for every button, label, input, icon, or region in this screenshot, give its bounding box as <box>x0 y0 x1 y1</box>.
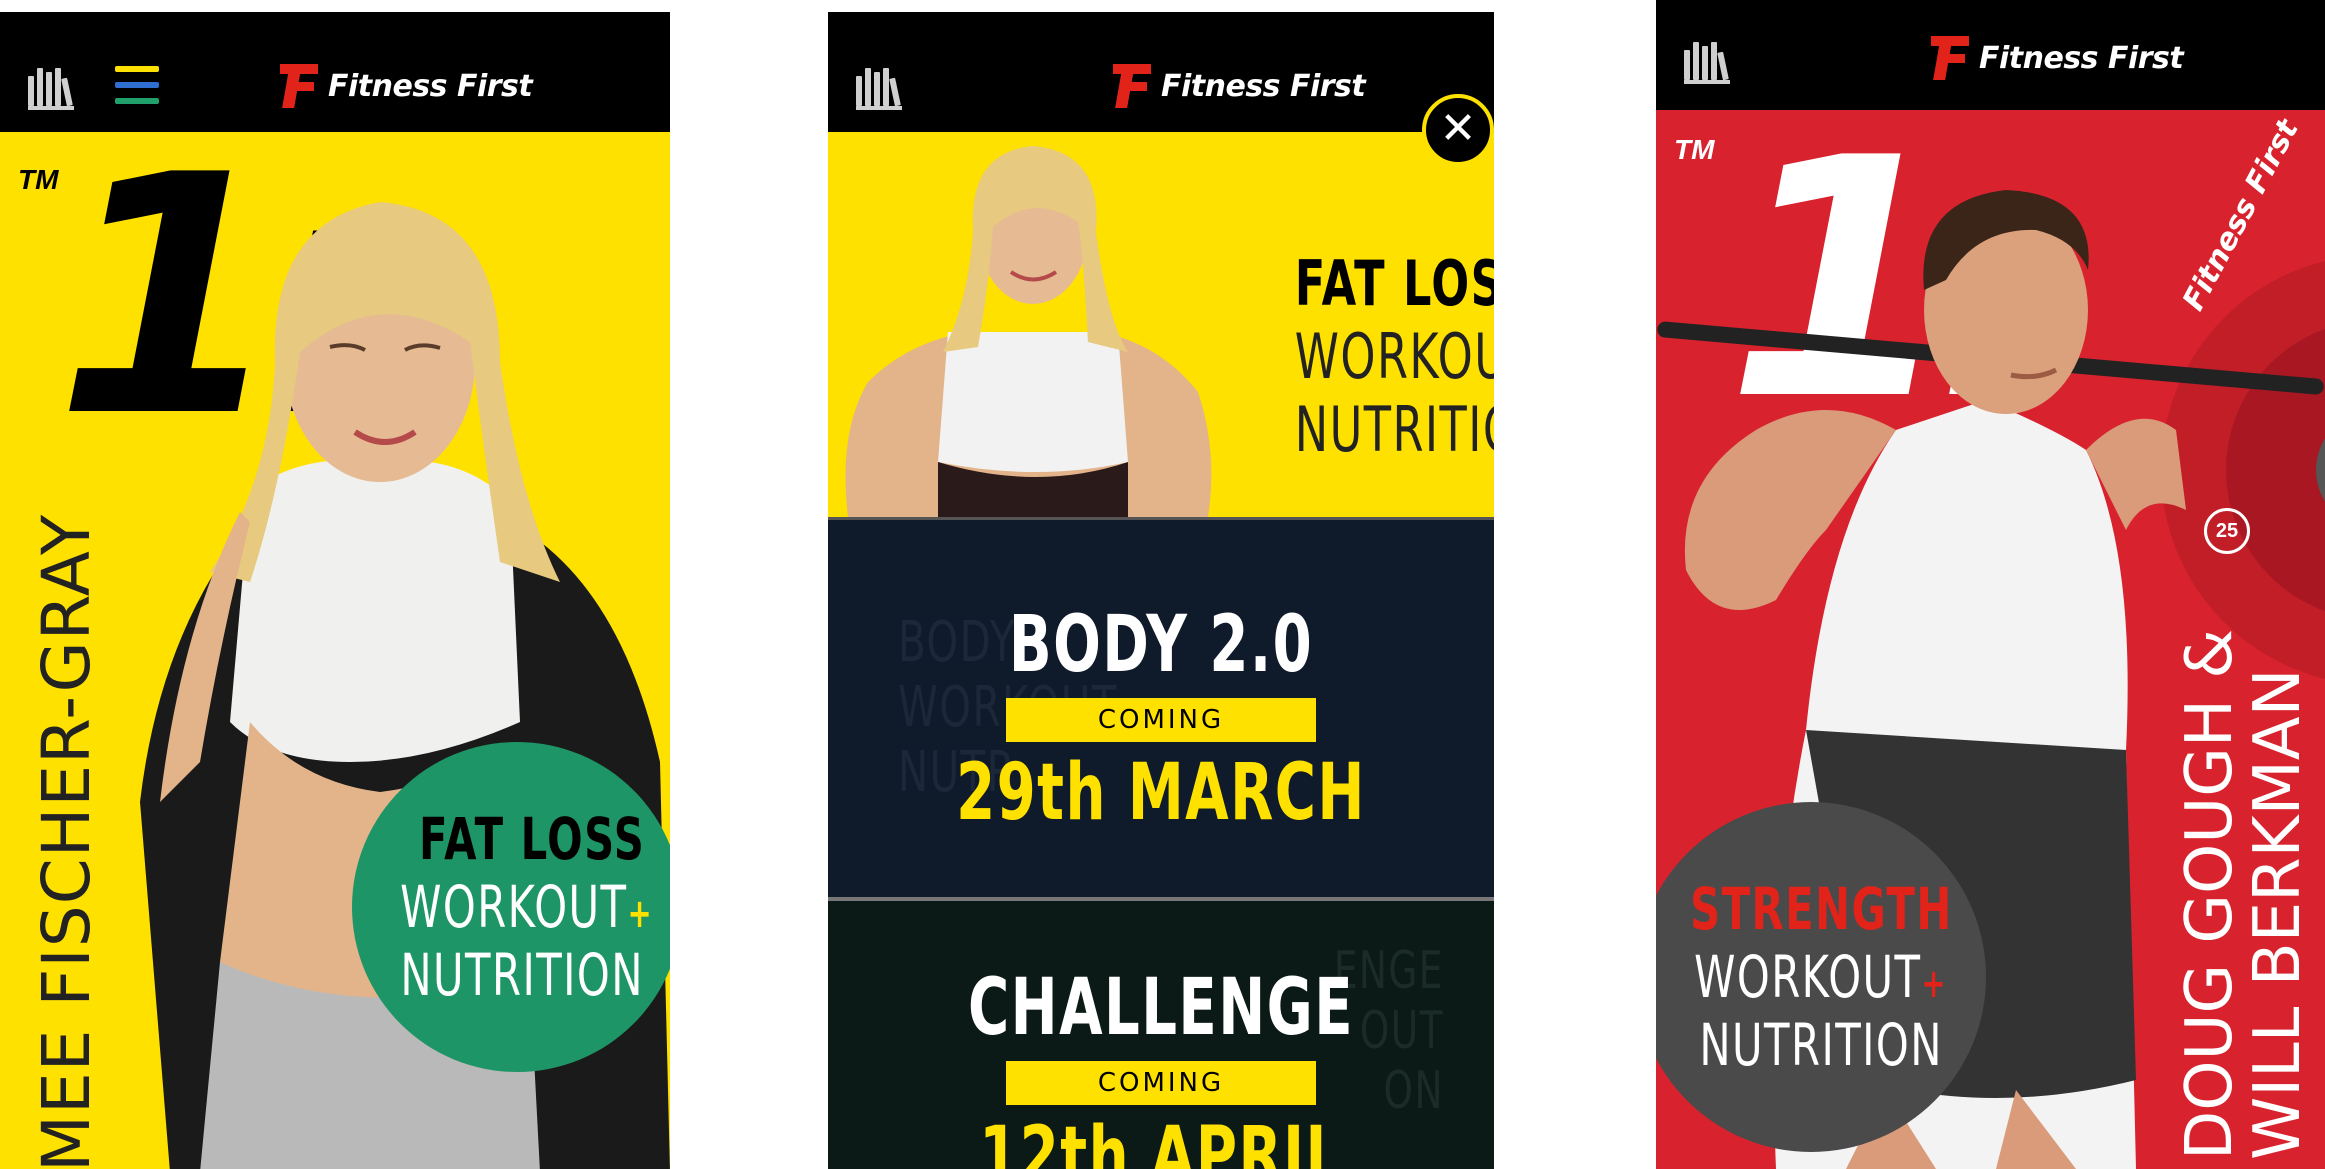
screen-strength-program: Fitness First TM 1: Fitness First 25 DOU… <box>1656 0 2325 1169</box>
app-header: Fitness First <box>828 12 1494 132</box>
library-icon[interactable] <box>28 68 74 110</box>
trainer-photo <box>845 146 1212 517</box>
program-line-2: WORKOUT+ <box>1694 943 1948 1011</box>
panel-date: 29th MARCH <box>956 748 1366 838</box>
library-icon[interactable] <box>856 68 902 110</box>
program-line-2: WORKOUT+ <box>400 873 654 941</box>
trainer-name: DOUG GOUGH & WILL BERKMAN <box>2173 628 2315 1160</box>
brand-name: Fitness First <box>328 68 533 104</box>
trademark-label: TM <box>18 164 59 195</box>
program-line-1: FAT LOSS <box>1294 247 1494 320</box>
coming-badge: COMING <box>1006 698 1316 742</box>
brand-logo: Fitness First <box>1931 36 2184 80</box>
screen-program-menu: Fitness First FAT LOSS WORKOUT+ NUTRITIO… <box>828 12 1494 1169</box>
featured-program-panel[interactable]: FAT LOSS WORKOUT+ NUTRITION <box>828 132 1494 517</box>
program-line-3: NUTRITION <box>1294 393 1494 466</box>
program-badge[interactable]: FAT LOSS WORKOUT+ NUTRITION <box>352 742 670 1072</box>
brand-name: Fitness First <box>1161 68 1366 104</box>
featured-program-title: FAT LOSS WORKOUT+ NUTRITION <box>1222 247 1494 466</box>
program-line-3: NUTRITION <box>1699 1011 1943 1079</box>
panel-title: BODY 2.0 <box>1008 600 1314 690</box>
brand-logo: Fitness First <box>1113 64 1366 108</box>
fitness-first-logo-icon <box>1113 64 1151 108</box>
panel-content: CHALLENGE COMING 12th APRIL <box>828 963 1494 1169</box>
trainer-name: MEE FISCHER-GRAY <box>28 513 105 1169</box>
program-line-3: NUTRITION <box>400 941 644 1009</box>
menu-icon[interactable] <box>115 66 159 106</box>
program-panel-challenge[interactable]: ENGE OUT ON CHALLENGE COMING 12th APRIL <box>828 897 1494 1169</box>
trainer-name-line-1: DOUG GOUGH & <box>2173 628 2247 1160</box>
brand-logo: Fitness First <box>280 64 533 108</box>
panel-content: BODY 2.0 COMING 29th MARCH <box>828 600 1494 838</box>
program-panel-body[interactable]: BODY WORKOUT NUTR BODY 2.0 COMING 29th M… <box>828 517 1494 900</box>
program-line-2: WORKOUT+ <box>1294 320 1494 393</box>
fitness-first-logo-icon <box>280 64 318 108</box>
library-icon[interactable] <box>1684 42 1730 84</box>
program-line-1: STRENGTH <box>1689 875 1953 943</box>
screen-fat-loss-program: Fitness First TM 1: MEE FISCHER-GRAY FAT… <box>0 12 670 1169</box>
trainer-name-line-2: WILL BERKMAN <box>2241 668 2315 1160</box>
panel-date: 12th APRIL <box>979 1111 1343 1169</box>
fitness-first-logo-icon <box>1931 36 1969 80</box>
close-button[interactable]: ✕ <box>1422 94 1494 166</box>
panel-title: CHALLENGE <box>967 963 1355 1053</box>
coming-badge: COMING <box>1006 1061 1316 1105</box>
brand-name: Fitness First <box>1979 40 2184 76</box>
program-line-1: FAT LOSS <box>418 805 646 873</box>
